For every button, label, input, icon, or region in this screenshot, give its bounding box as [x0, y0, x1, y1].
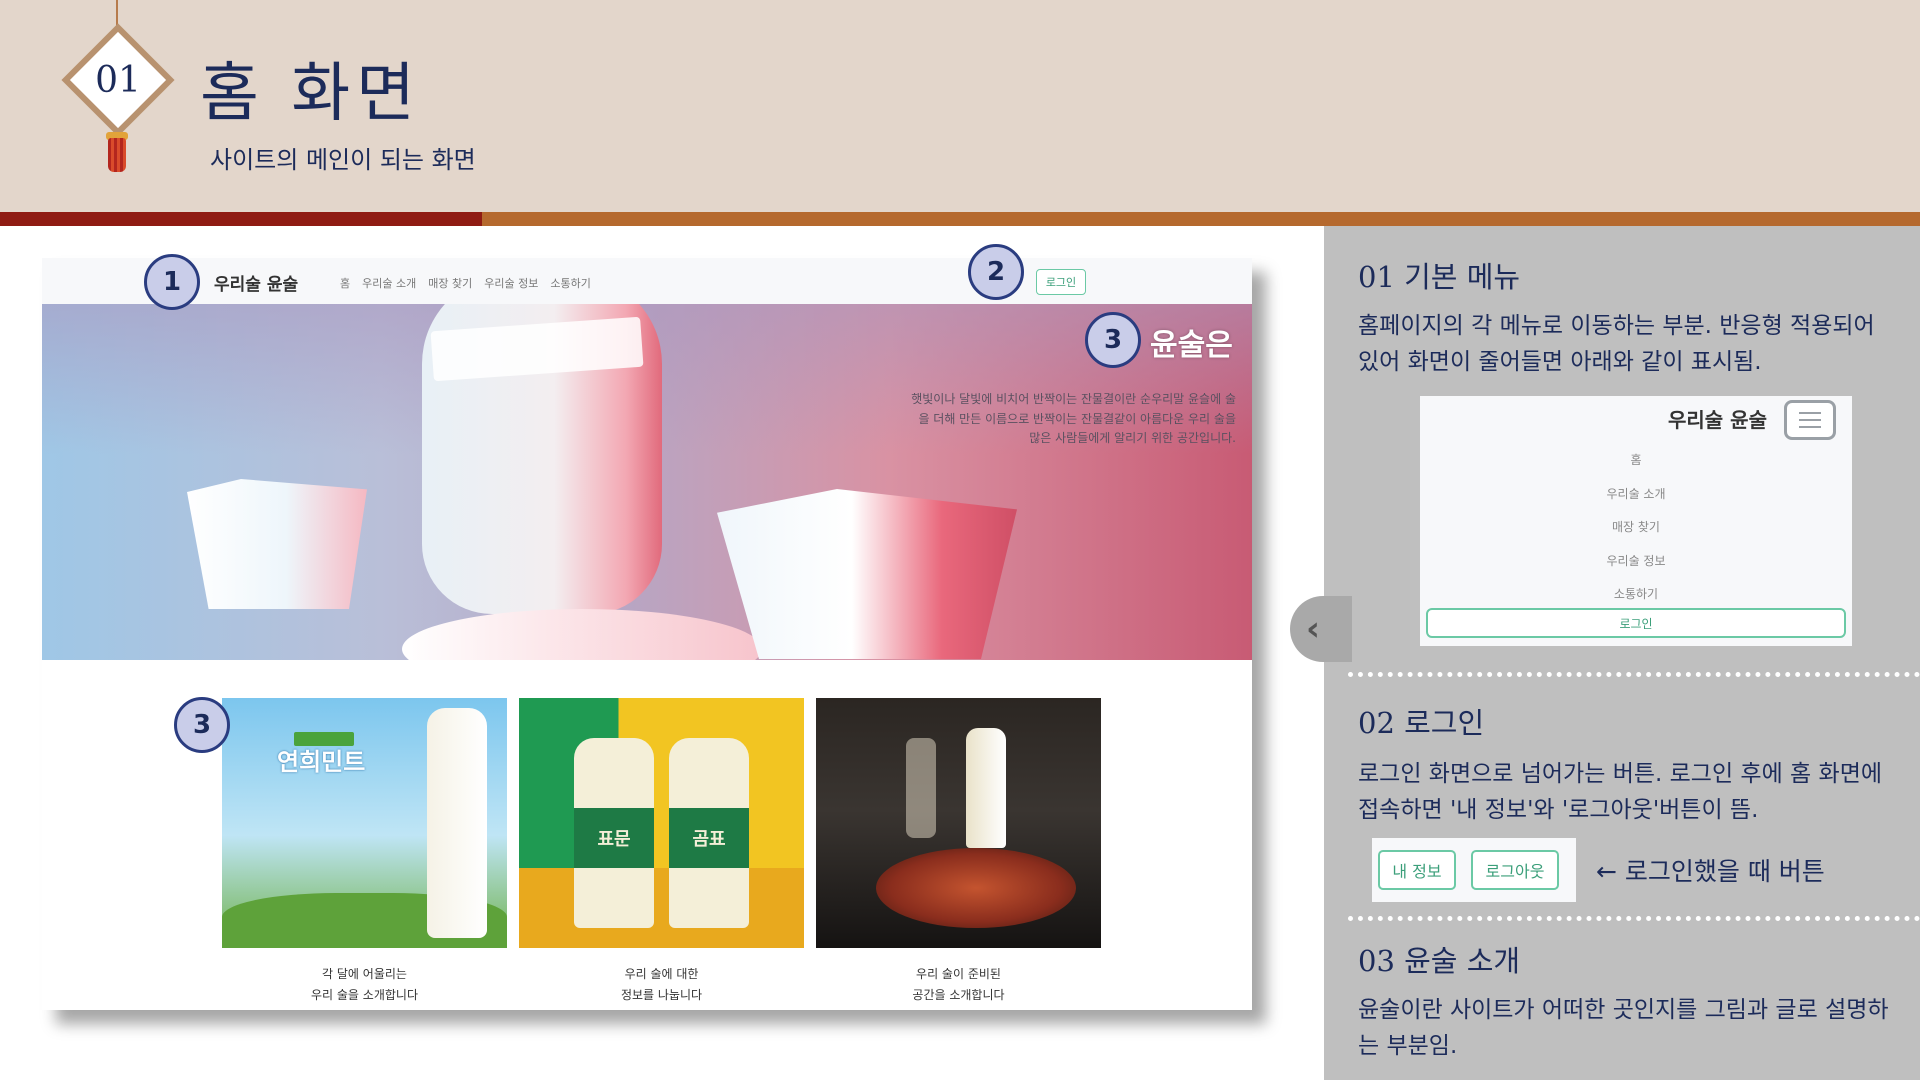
site-menu: 홈 우리술 소개 매장 찾기 우리술 정보 소통하기	[340, 275, 591, 291]
hamburger-icon[interactable]	[1784, 400, 1836, 440]
mobile-item-home[interactable]: 홈	[1420, 444, 1852, 478]
mobile-item-community[interactable]: 소통하기	[1420, 578, 1852, 612]
card-monthly[interactable]: 연희민트 각 달에 어울리는 우리 술을 소개합니다	[222, 698, 507, 1006]
page-title: 홈 화면	[200, 57, 421, 131]
card-space[interactable]: 우리 술이 준비된 공간을 소개합니다	[816, 698, 1101, 1006]
page-subtitle: 사이트의 메인이 되는 화면	[210, 146, 476, 174]
hero-title: 윤술은	[1150, 328, 1233, 363]
mobile-login-button[interactable]: 로그인	[1426, 608, 1846, 638]
site-navbar: 우리술 윤술 홈 우리술 소개 매장 찾기 우리술 정보 소통하기 로그인	[42, 258, 1252, 304]
accent-bar-red	[0, 212, 482, 226]
hero-banner: 윤술은 햇빛이나 달빛에 비치어 반짝이는 잔물결이란 순우리말 윤슬에 술을 …	[42, 304, 1252, 660]
mobile-item-intro[interactable]: 우리술 소개	[1420, 478, 1852, 512]
my-info-button[interactable]: 내 정보	[1378, 850, 1456, 890]
mobile-item-info[interactable]: 우리술 정보	[1420, 545, 1852, 579]
caption-line-2: 공간을 소개합니다	[912, 988, 1005, 1002]
mobile-item-store[interactable]: 매장 찾기	[1420, 511, 1852, 545]
marker-3-cards: 3	[174, 697, 230, 753]
section-3-text: 윤술이란 사이트가 어떠한 곳인지를 그림과 글로 설명하는 부분임.	[1358, 997, 1889, 1059]
card-caption: 각 달에 어울리는 우리 술을 소개합니다	[222, 964, 507, 1006]
card-image-bottles: 표문 곰표	[519, 698, 804, 948]
marker-3-hero: 3	[1085, 312, 1141, 368]
caption-line-1: 우리 술이 준비된	[916, 967, 1001, 981]
section-2-text: 로그인 화면으로 넘어가는 버튼. 로그인 후에 홈 화면에 접속하면 '내 정…	[1358, 761, 1883, 823]
card-image-bar	[816, 698, 1101, 948]
cup-image-right	[717, 489, 1017, 659]
section-2-heading: 02 로그인	[1358, 706, 1485, 740]
section-number: 01	[95, 59, 141, 101]
divider-2	[1348, 916, 1920, 921]
hero-description: 햇빛이나 달빛에 비치어 반짝이는 잔물결이란 순우리말 윤슬에 술을 더해 만…	[911, 392, 1236, 445]
bottle-label-left: 표문	[574, 808, 654, 868]
card-image-text: 연희민트	[277, 748, 366, 776]
slide-header: 01 홈 화면 사이트의 메인이 되는 화면	[0, 0, 1920, 212]
accent-bar-brown	[482, 212, 1920, 226]
caption-line-2: 우리 술을 소개합니다	[311, 988, 418, 1002]
caption-line-2: 정보를 나눕니다	[620, 988, 703, 1002]
menu-item-store[interactable]: 매장 찾기	[428, 275, 472, 291]
logged-in-buttons-preview: 내 정보 로그아웃	[1372, 838, 1576, 902]
divider-1	[1348, 672, 1920, 677]
feature-cards: 연희민트 각 달에 어울리는 우리 술을 소개합니다 표문 곰표 우리 술에 대…	[222, 698, 1101, 1006]
dish-image	[402, 609, 762, 660]
tassel-icon	[108, 138, 126, 172]
section-1-heading: 01 기본 메뉴	[1358, 260, 1521, 294]
logout-button[interactable]: 로그아웃	[1471, 850, 1559, 890]
description-panel: 01 기본 메뉴 홈페이지의 각 메뉴로 이동하는 부분. 반응형 적용되어 있…	[1324, 226, 1920, 1080]
logged-in-note: ← 로그인했을 때 버튼	[1596, 857, 1825, 886]
chevron-left-icon[interactable]: ‹	[1290, 596, 1352, 662]
cup-image-left	[187, 479, 367, 609]
caption-line-1: 각 달에 어울리는	[322, 967, 407, 981]
website-screenshot: 우리술 윤술 홈 우리술 소개 매장 찾기 우리술 정보 소통하기 로그인 윤술…	[42, 258, 1252, 1010]
bottle-label-right: 곰표	[669, 808, 749, 868]
card-caption: 우리 술이 준비된 공간을 소개합니다	[816, 964, 1101, 1006]
card-caption: 우리 술에 대한 정보를 나눕니다	[519, 964, 804, 1006]
menu-item-info[interactable]: 우리술 정보	[484, 275, 538, 291]
menu-item-community[interactable]: 소통하기	[550, 275, 590, 291]
mobile-menu-items: 홈 우리술 소개 매장 찾기 우리술 정보 소통하기	[1420, 444, 1852, 612]
menu-item-intro[interactable]: 우리술 소개	[362, 275, 416, 291]
mobile-brand: 우리술 윤술	[1668, 408, 1767, 432]
diamond-badge-icon: 01	[61, 23, 175, 137]
marker-2: 2	[968, 244, 1024, 300]
login-button[interactable]: 로그인	[1036, 269, 1086, 295]
card-image-mint: 연희민트	[222, 698, 507, 948]
mobile-menu-preview: 우리술 윤술 홈 우리술 소개 매장 찾기 우리술 정보 소통하기 로그인	[1420, 396, 1852, 646]
marker-1: 1	[144, 254, 200, 310]
site-brand[interactable]: 우리술 윤술	[214, 270, 298, 295]
menu-item-home[interactable]: 홈	[340, 275, 350, 291]
section-3-heading: 03 윤술 소개	[1358, 944, 1521, 978]
card-info[interactable]: 표문 곰표 우리 술에 대한 정보를 나눕니다	[519, 698, 804, 1006]
section-1-text: 홈페이지의 각 메뉴로 이동하는 부분. 반응형 적용되어 있어 화면이 줄어들…	[1358, 313, 1875, 375]
caption-line-1: 우리 술에 대한	[624, 967, 699, 981]
